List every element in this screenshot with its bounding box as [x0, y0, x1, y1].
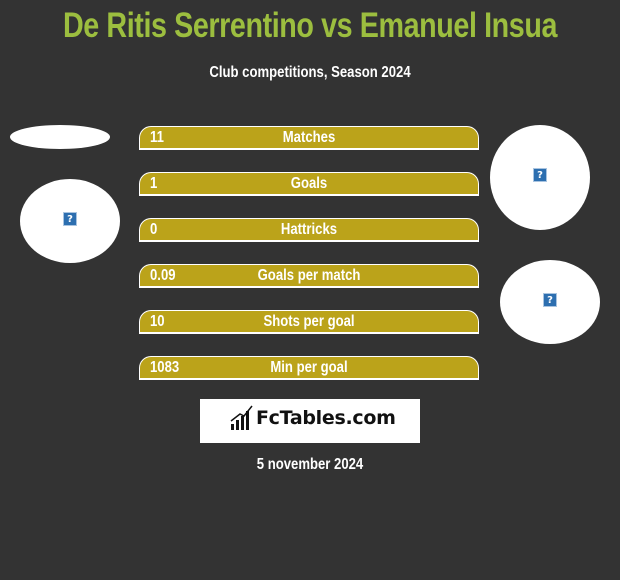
competition-subtitle: Club competitions, Season 2024	[209, 64, 411, 81]
player2-club-logo: ?	[500, 260, 600, 344]
player2-photo: ?	[490, 125, 590, 230]
stat-label: Matches	[282, 129, 336, 146]
stat-label: Hattricks	[280, 221, 338, 238]
stat-label: Shots per goal	[263, 313, 355, 330]
page-title: De Ritis Serrentino vs Emanuel Insua	[62, 6, 558, 45]
date-label: 5 november 2024	[256, 456, 364, 473]
stat-row-goals-per-match: 0.09 Goals per match	[139, 264, 479, 288]
stat-row-goals: 1 Goals	[139, 172, 479, 196]
broken-image-icon: ?	[543, 293, 557, 307]
stat-row-min-per-goal: 1083 Min per goal	[139, 356, 479, 380]
stat-value: 1	[150, 175, 158, 192]
player1-name-badge	[10, 125, 110, 149]
logo-text: FcTables.com	[256, 407, 396, 429]
stat-label: Goals per match	[257, 267, 361, 284]
stat-label: Goals	[290, 175, 328, 192]
broken-image-icon: ?	[533, 168, 547, 182]
bar-chart-icon	[230, 405, 253, 430]
stat-value: 10	[150, 313, 165, 330]
stat-label: Min per goal	[270, 359, 348, 376]
player1-photo: ?	[20, 179, 120, 263]
stat-row-shots-per-goal: 10 Shots per goal	[139, 310, 479, 334]
fctables-logo[interactable]: FcTables.com	[200, 399, 420, 443]
stat-value: 0	[150, 221, 158, 238]
stat-row-matches: 11 Matches	[139, 126, 479, 150]
stat-value: 11	[150, 129, 164, 146]
broken-image-icon: ?	[63, 212, 77, 226]
stat-row-hattricks: 0 Hattricks	[139, 218, 479, 242]
